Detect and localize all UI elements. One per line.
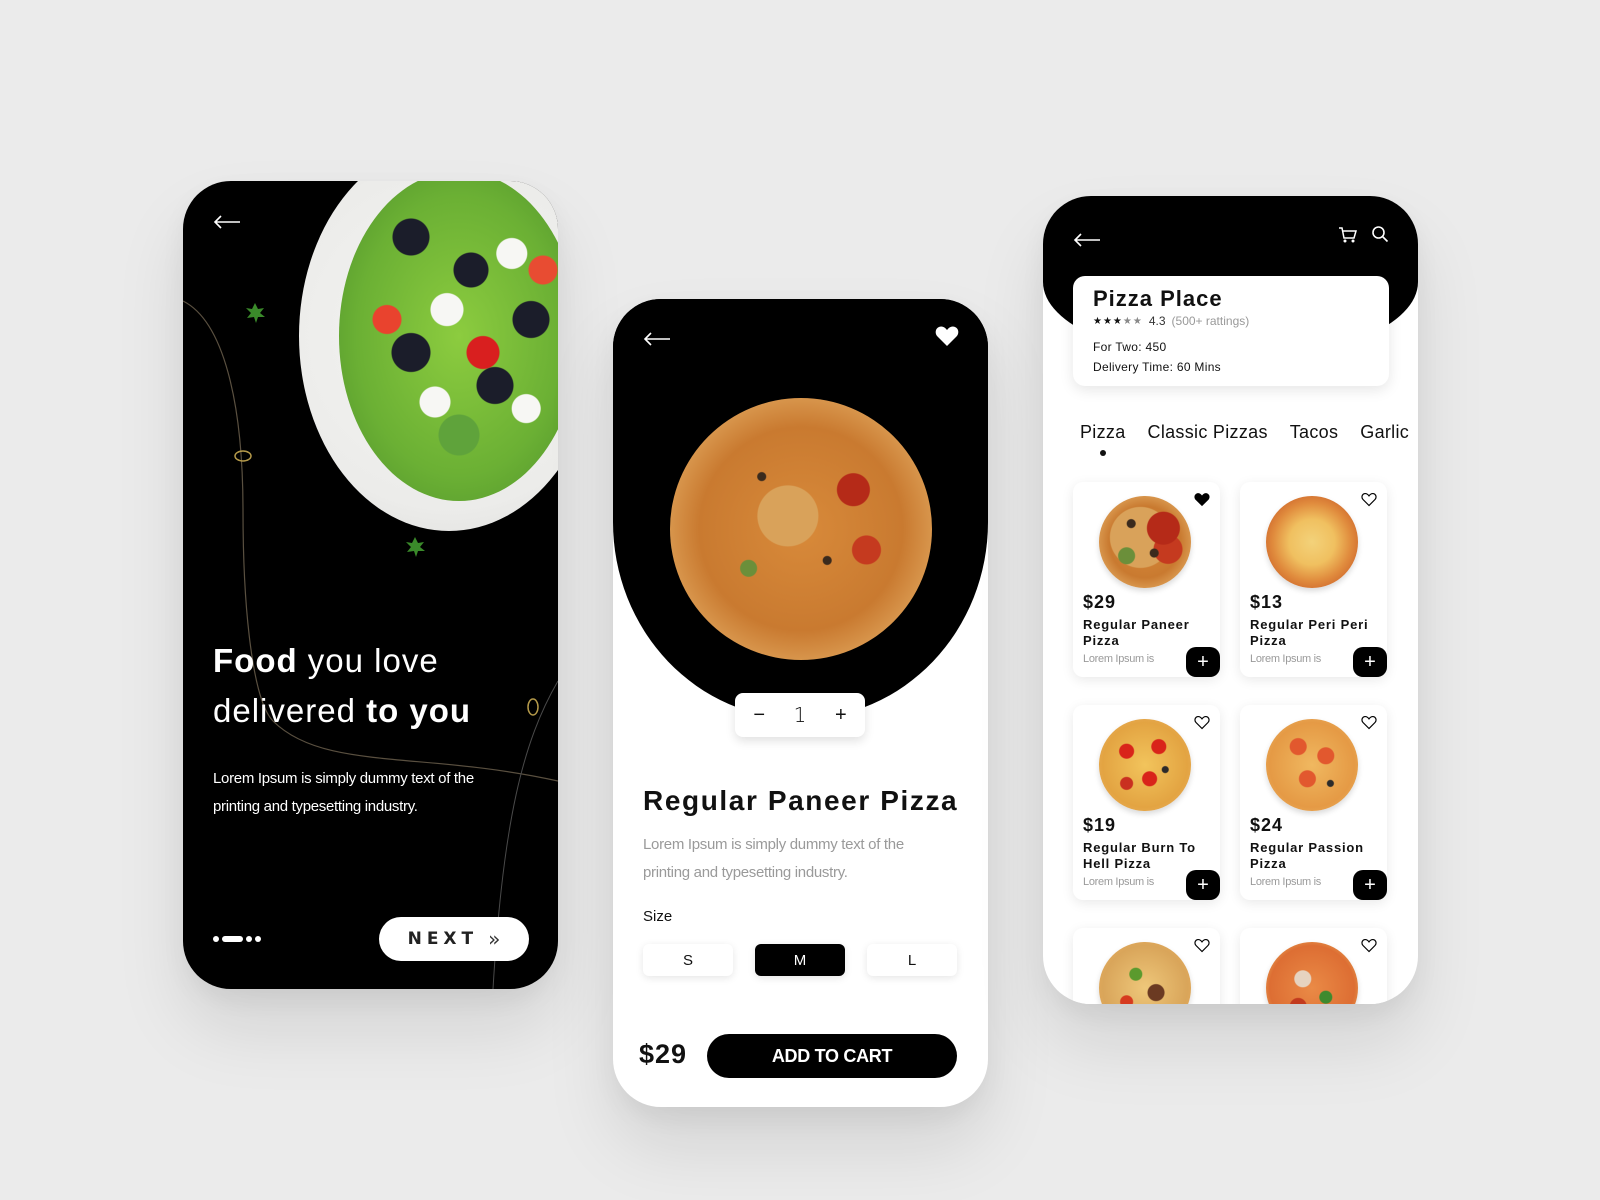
title-bold-word: Food	[213, 642, 298, 679]
pizza-image	[1266, 496, 1358, 588]
menu-item-card[interactable]: $19 Regular Burn To Hell Pizza Lorem Ips…	[1073, 705, 1220, 900]
item-description: Lorem Ipsum is	[1083, 876, 1154, 888]
restaurant-screen: Pizza Place ★★★★★ 4.3 (500+ rattings) Fo…	[1043, 196, 1418, 1004]
heart-outline-icon[interactable]	[1194, 938, 1210, 953]
product-price: $29	[639, 1039, 688, 1069]
size-option-s[interactable]: S	[643, 944, 733, 976]
heart-outline-icon[interactable]	[1194, 715, 1210, 730]
item-price: $13	[1250, 592, 1284, 612]
restaurant-details: For Two: 450 Delivery Time: 60 Mins	[1093, 337, 1369, 377]
rating-count: (500+ rattings)	[1171, 314, 1250, 328]
item-description: Lorem Ipsum is	[1083, 653, 1154, 665]
star-rating-icon: ★★★★★	[1093, 315, 1143, 327]
title-light-words: you love	[297, 642, 439, 679]
parsley-leaf-icon	[246, 303, 265, 323]
add-item-button[interactable]: +	[1186, 870, 1220, 900]
pizza-image	[670, 398, 932, 660]
tab-tacos[interactable]: Tacos	[1290, 422, 1339, 443]
restaurant-name: Pizza Place	[1093, 286, 1223, 311]
menu-item-card[interactable]: $29 Regular Paneer Pizza Lorem Ipsum is …	[1073, 482, 1220, 677]
add-item-button[interactable]: +	[1186, 647, 1220, 677]
item-price: $29	[1083, 592, 1117, 612]
double-chevron-right-icon: »	[488, 927, 501, 951]
pizza-image	[1266, 942, 1358, 1004]
pagination-dot[interactable]	[255, 936, 261, 942]
heart-filled-icon[interactable]	[935, 325, 959, 347]
restaurant-rating: ★★★★★ 4.3 (500+ rattings)	[1093, 314, 1369, 328]
back-arrow-icon[interactable]	[643, 331, 671, 347]
rating-score: 4.3	[1148, 314, 1166, 328]
size-option-l[interactable]: L	[867, 944, 957, 976]
back-arrow-icon[interactable]	[1073, 232, 1101, 248]
tab-pizza[interactable]: Pizza	[1080, 422, 1126, 456]
onboarding-screen: Food you love delivered to you Lorem Ips…	[183, 181, 558, 989]
cost-for-two: For Two: 450	[1093, 340, 1167, 354]
heart-filled-icon[interactable]	[1194, 492, 1210, 507]
item-price: $19	[1083, 815, 1117, 835]
product-title: Regular Paneer Pizza	[643, 785, 959, 816]
size-label: Size	[643, 908, 673, 925]
menu-grid: $29 Regular Paneer Pizza Lorem Ipsum is …	[1073, 482, 1389, 1004]
tab-garlic[interactable]: Garlic	[1360, 422, 1409, 443]
menu-item-card[interactable]: $24 Regular Passion Pizza Lorem Ipsum is…	[1240, 705, 1387, 900]
tab-label: Classic Pizzas	[1147, 422, 1268, 442]
item-price: $24	[1250, 815, 1284, 835]
increment-button[interactable]: +	[827, 704, 855, 727]
pizza-image	[1099, 719, 1191, 811]
onboarding-description: Lorem Ipsum is simply dummy text of the …	[213, 770, 474, 815]
menu-item-card[interactable]	[1073, 928, 1220, 1004]
heart-outline-icon[interactable]	[1361, 938, 1377, 953]
quantity-value: 1	[793, 703, 807, 727]
item-description: Lorem Ipsum is	[1250, 876, 1321, 888]
heart-outline-icon[interactable]	[1361, 492, 1377, 507]
active-tab-indicator	[1099, 450, 1106, 456]
pizza-image	[1099, 942, 1191, 1004]
product-description: Lorem Ipsum is simply dummy text of the …	[643, 836, 904, 881]
pizza-image	[1266, 719, 1358, 811]
next-button[interactable]: NEXT »	[379, 917, 529, 961]
restaurant-info-card: Pizza Place ★★★★★ 4.3 (500+ rattings) Fo…	[1073, 276, 1389, 386]
pagination-dot[interactable]	[213, 936, 219, 942]
delivery-time: Delivery Time: 60 Mins	[1093, 360, 1221, 374]
onboarding-title: Food you love delivered to you	[213, 636, 533, 736]
title-bold-words: to you	[366, 692, 472, 729]
tab-label: Pizza	[1080, 422, 1126, 442]
parsley-leaf-icon	[406, 537, 425, 557]
item-name: Regular Burn To Hell Pizza	[1083, 840, 1196, 871]
back-arrow-icon[interactable]	[213, 214, 241, 230]
search-icon[interactable]	[1371, 225, 1389, 243]
tab-label: Garlic	[1360, 422, 1410, 442]
title-light-words: delivered	[213, 692, 367, 729]
menu-item-card[interactable]	[1240, 928, 1387, 1004]
item-description: Lorem Ipsum is	[1250, 653, 1321, 665]
category-tabs: Pizza Classic Pizzas Tacos Garlic	[1080, 422, 1409, 456]
tab-label: Tacos	[1289, 422, 1339, 442]
size-option-m[interactable]: M	[755, 944, 845, 976]
pagination-dot[interactable]	[246, 936, 252, 942]
tab-classic-pizzas[interactable]: Classic Pizzas	[1148, 422, 1268, 443]
heart-outline-icon[interactable]	[1361, 715, 1377, 730]
cart-icon[interactable]	[1338, 225, 1358, 245]
product-detail-screen: − 1 + Regular Paneer Pizza Lorem Ipsum i…	[613, 299, 988, 1107]
item-name: Regular Paneer Pizza	[1083, 617, 1190, 648]
add-item-button[interactable]: +	[1353, 870, 1387, 900]
pizza-image	[1099, 496, 1191, 588]
next-label: NEXT	[407, 929, 479, 949]
menu-item-card[interactable]: $13 Regular Peri Peri Pizza Lorem Ipsum …	[1240, 482, 1387, 677]
pagination-dots	[213, 935, 261, 943]
decorative-curve	[183, 300, 558, 989]
pagination-dot-active[interactable]	[222, 936, 243, 942]
quantity-stepper: − 1 +	[735, 693, 865, 737]
decrement-button[interactable]: −	[745, 704, 773, 727]
size-selector: S M L	[643, 944, 957, 976]
add-item-button[interactable]: +	[1353, 647, 1387, 677]
add-to-cart-button[interactable]: ADD TO CART	[707, 1034, 957, 1078]
item-name: Regular Passion Pizza	[1250, 840, 1364, 871]
item-name: Regular Peri Peri Pizza	[1250, 617, 1369, 648]
